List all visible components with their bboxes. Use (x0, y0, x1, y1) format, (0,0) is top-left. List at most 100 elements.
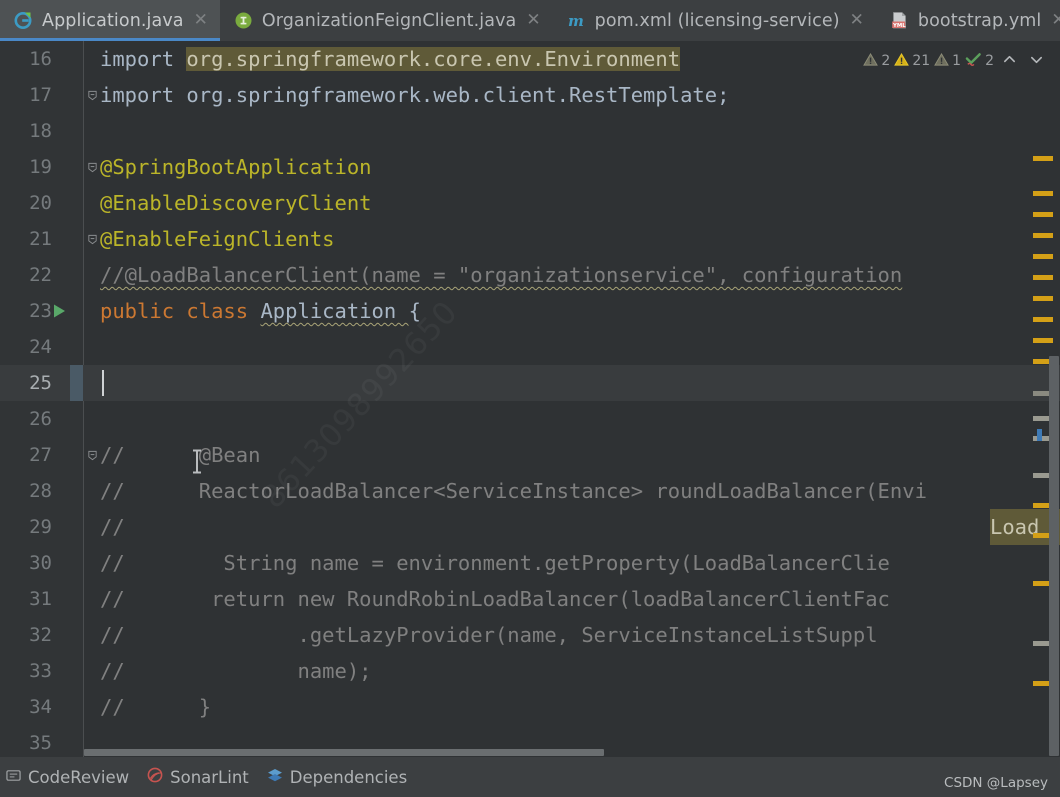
line-number: 35 (29, 732, 52, 754)
code-token: org.springframework.web.client.RestTempl… (186, 83, 730, 107)
inspection-status-widget[interactable]: 2 21 1 2 (859, 47, 1052, 75)
warning-triangle-grey-icon (863, 52, 879, 71)
chevron-up-icon[interactable] (998, 52, 1021, 71)
line-content: @SpringBootApplication (100, 155, 372, 179)
line-content: // ReactorLoadBalancer<ServiceInstance> … (100, 479, 927, 503)
line-number: 27 (29, 444, 52, 466)
line-number: 23 (29, 300, 52, 322)
tool-button-label: CodeReview (28, 767, 130, 787)
horizontal-scrollbar-thumb[interactable] (84, 749, 604, 756)
line-number: 34 (29, 696, 52, 718)
inspection-info-group[interactable]: 1 (934, 52, 961, 71)
warning-stripe[interactable] (1033, 212, 1053, 217)
editor-tab-bootstrap-yml[interactable]: YML bootstrap.yml ✕ (876, 0, 1060, 41)
warning-stripe[interactable] (1033, 254, 1053, 259)
code-line-row[interactable]: 33 // name); (0, 653, 1060, 689)
editor-tab-close-icon[interactable]: ✕ (193, 12, 209, 29)
fold-end-icon[interactable] (86, 77, 99, 113)
inspection-count: 1 (952, 53, 962, 69)
java-interface-icon (234, 11, 253, 30)
ide-window: Application.java ✕ OrganizationFeignClie… (0, 0, 1060, 797)
code-line-row[interactable]: 18 (0, 113, 1060, 149)
code-line-row[interactable]: 24 (0, 329, 1060, 365)
line-number: 29 (29, 516, 52, 538)
inspection-weak-warning-group[interactable]: 2 (863, 52, 890, 71)
line-number: 20 (29, 192, 52, 214)
line-content: import org.springframework.web.client.Re… (100, 77, 729, 113)
code-line-row[interactable]: 23 public class Application { (0, 293, 1060, 329)
code-line-row[interactable]: 32 // .getLazyProvider(name, ServiceInst… (0, 617, 1060, 653)
code-line-row[interactable]: 25 (0, 365, 1060, 401)
code-review-icon (6, 768, 21, 787)
line-number: 22 (29, 264, 52, 286)
editor-tab-pom-xml[interactable]: m pom.xml (licensing-service) ✕ (553, 0, 876, 41)
vertical-scrollbar-thumb[interactable] (1049, 356, 1059, 756)
editor-tab-close-icon[interactable]: ✕ (525, 12, 541, 29)
code-line-row[interactable]: 31 // return new RoundRobinLoadBalancer(… (0, 581, 1060, 617)
svg-text:YML: YML (892, 23, 906, 29)
editor-tab-close-icon[interactable]: ✕ (849, 12, 865, 29)
code-line-row[interactable]: 28 // ReactorLoadBalancer<ServiceInstanc… (0, 473, 1060, 509)
typo-check-icon (965, 52, 982, 71)
code-token: { (408, 299, 421, 323)
fold-start-icon[interactable] (86, 221, 99, 257)
warning-stripe[interactable] (1033, 156, 1053, 161)
code-line-row[interactable]: 20 @EnableDiscoveryClient (0, 185, 1060, 221)
tool-button-sonarlint[interactable]: SonarLint (147, 767, 249, 787)
code-line-row[interactable]: 22 //@LoadBalancerClient(name = "organiz… (0, 257, 1060, 293)
warning-stripe[interactable] (1033, 233, 1053, 238)
fold-start-icon[interactable] (86, 437, 99, 473)
text-caret (102, 370, 104, 396)
code-line-row[interactable]: 30 // String name = environment.getPrope… (0, 545, 1060, 581)
warning-stripe[interactable] (1033, 338, 1053, 343)
warning-triangle-grey-icon (934, 52, 950, 71)
editor-tab-bar: Application.java ✕ OrganizationFeignClie… (0, 0, 1060, 41)
line-content: // String name = environment.getProperty… (100, 551, 890, 575)
editor-tab-close-icon[interactable]: ✕ (1050, 12, 1060, 29)
line-number: 17 (29, 84, 52, 106)
dependencies-icon (267, 767, 283, 787)
line-content: @EnableFeignClients (100, 227, 335, 251)
inspection-typo-group[interactable]: 2 (965, 52, 994, 71)
code-line-row[interactable]: 27 // @Bean (0, 437, 1060, 473)
tool-button-dependencies[interactable]: Dependencies (267, 767, 407, 787)
line-number: 33 (29, 660, 52, 682)
tool-button-label: Dependencies (289, 767, 408, 787)
line-number: 32 (29, 624, 52, 646)
warning-stripe[interactable] (1033, 275, 1053, 280)
maven-icon: m (567, 11, 586, 30)
line-number: 16 (29, 48, 52, 70)
editor-tab-label: OrganizationFeignClient.java (261, 10, 517, 31)
line-number: 28 (29, 480, 52, 502)
editor-tab-label: pom.xml (licensing-service) (594, 10, 840, 31)
editor-tab-application-java[interactable]: Application.java ✕ (0, 0, 220, 41)
code-token: import (100, 47, 187, 71)
line-content: // return new RoundRobinLoadBalancer(loa… (100, 587, 890, 611)
code-line-row[interactable]: 21 @EnableFeignClients (0, 221, 1060, 257)
inspection-warning-group[interactable]: 21 (894, 52, 930, 71)
line-number: 30 (29, 552, 52, 574)
scrollbar-bookmark-marker[interactable] (1037, 429, 1042, 441)
code-line-row[interactable]: 34 // } (0, 689, 1060, 725)
code-line-row[interactable]: 17 import org.springframework.web.client… (0, 77, 1060, 113)
code-line-row[interactable]: 29 // Load (0, 509, 1060, 545)
line-content: // @Bean (100, 443, 261, 467)
code-line-row[interactable]: 26 (0, 401, 1060, 437)
chevron-down-icon[interactable] (1025, 52, 1048, 71)
warning-stripe[interactable] (1033, 296, 1053, 301)
fold-start-icon[interactable] (86, 149, 99, 185)
run-gutter-icon[interactable] (48, 293, 70, 329)
line-number-current: 25 (29, 372, 52, 394)
editor-tab-organizationfeignclient-java[interactable]: OrganizationFeignClient.java ✕ (220, 0, 553, 41)
warning-triangle-yellow-icon (894, 52, 910, 71)
tool-window-bar: CodeReview SonarLint Dependencies (0, 757, 1060, 797)
code-line-row[interactable]: 19 @SpringBootApplication (0, 149, 1060, 185)
tool-button-codereview[interactable]: CodeReview (6, 768, 129, 787)
code-token: import (100, 83, 187, 107)
warning-stripe[interactable] (1033, 317, 1053, 322)
warning-stripe[interactable] (1033, 191, 1053, 196)
horizontal-scrollbar[interactable] (84, 748, 1060, 757)
line-number: 18 (29, 120, 52, 142)
code-editor[interactable]: 16 import org.springframework.core.env.E… (0, 41, 1060, 757)
line-content: //@LoadBalancerClient(name = "organizati… (100, 263, 903, 287)
